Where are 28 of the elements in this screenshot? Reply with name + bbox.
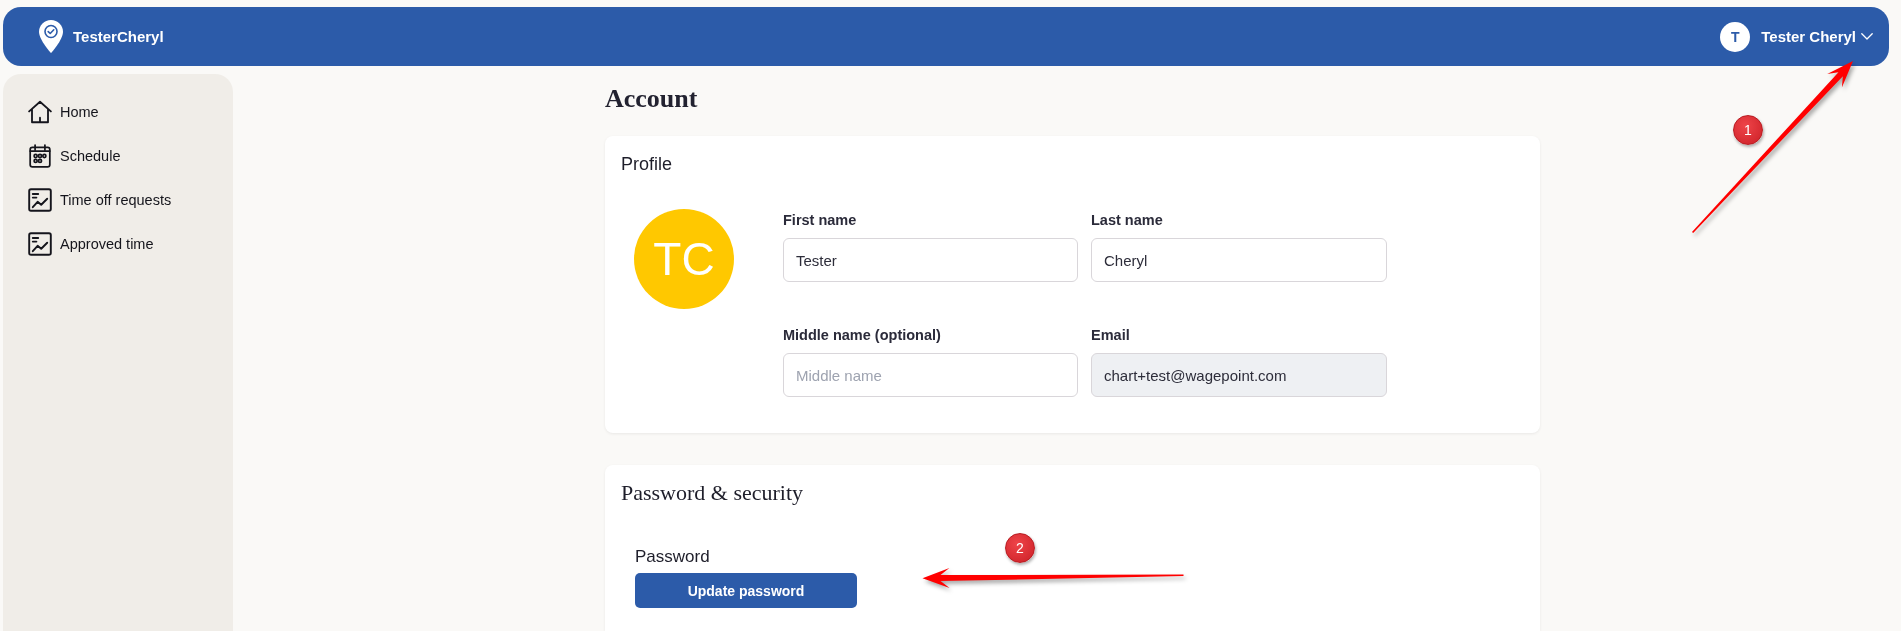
step-marker: 1 xyxy=(1733,115,1763,145)
profile-avatar: TC xyxy=(634,209,734,309)
sidebar-item[interactable]: Home xyxy=(20,90,216,134)
app-name: TesterCheryl xyxy=(73,28,164,45)
sidebar-item[interactable]: Time off requests xyxy=(20,178,216,222)
field-label: Last name xyxy=(1091,211,1164,229)
text-input-field[interactable]: Middle name xyxy=(783,353,1078,397)
calendar-icon xyxy=(28,144,52,168)
chart-icon xyxy=(28,232,52,256)
field-label: Email xyxy=(1091,326,1131,344)
password-label: Password xyxy=(635,547,710,567)
text-input-field[interactable]: Tester xyxy=(783,238,1078,282)
location-pin-icon xyxy=(39,20,63,53)
user-menu-button[interactable]: Tester Cheryl xyxy=(1761,28,1873,45)
field-label: First name xyxy=(783,211,858,229)
sidebar-item[interactable]: Schedule xyxy=(20,134,216,178)
text-input-field[interactable]: Cheryl xyxy=(1091,238,1387,282)
card-title: Profile xyxy=(621,153,674,175)
text-input-field: chart+test@wagepoint.com xyxy=(1091,353,1387,397)
sidebar-item[interactable]: Approved time xyxy=(20,222,216,266)
update-password-button[interactable]: Update password xyxy=(635,573,857,608)
field-label: Middle name (optional) xyxy=(783,326,942,344)
chart-icon xyxy=(28,188,52,212)
user-avatar: T xyxy=(1720,21,1751,52)
home-icon xyxy=(28,100,52,124)
page-title: Account xyxy=(605,83,698,115)
chevron-down-icon xyxy=(1861,33,1873,40)
card-title: Password & security xyxy=(621,479,805,507)
